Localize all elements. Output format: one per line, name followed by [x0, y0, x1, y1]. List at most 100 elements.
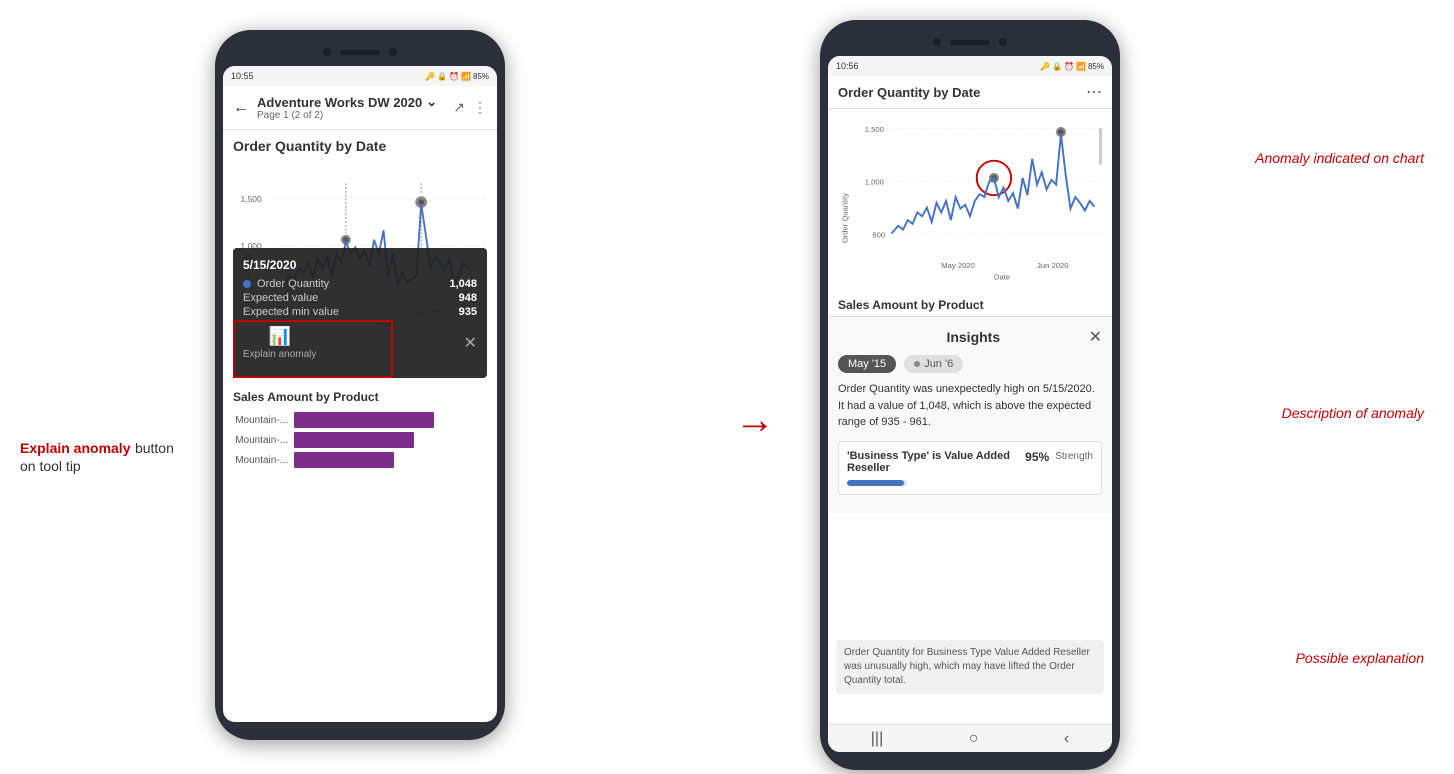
- more-options-icon[interactable]: ⋮: [473, 99, 487, 116]
- right-screen-header: Order Quantity by Date ⋯: [828, 76, 1112, 109]
- report-name: Adventure Works DW 2020 ⌄: [257, 94, 445, 110]
- right-sales-title: Sales Amount by Product: [828, 294, 1112, 316]
- left-sales-section: Sales Amount by Product Mountain-... Mou…: [223, 382, 497, 476]
- expected-label: Expected value: [243, 292, 318, 304]
- svg-text:Jun 2020: Jun 2020: [1037, 261, 1068, 270]
- strength-container: 95% Strength: [1025, 450, 1093, 464]
- insights-footer-text: Order Quantity for Business Type Value A…: [836, 640, 1104, 694]
- dropdown-icon[interactable]: ⌄: [426, 94, 437, 110]
- chip-may15[interactable]: May '15: [838, 355, 896, 373]
- right-annotations: Anomaly indicated on chart Description o…: [1214, 0, 1434, 774]
- left-screen-content: ← Adventure Works DW 2020 ⌄ Page 1 (2 of…: [223, 86, 497, 722]
- nav-home-icon[interactable]: ○: [969, 730, 979, 748]
- explain-anomaly-bold: Explain anomaly: [20, 440, 130, 456]
- bottom-nav: ||| ○ ‹: [828, 724, 1112, 752]
- page-subtitle: Page 1 (2 of 2): [257, 110, 445, 121]
- header-title-block: Adventure Works DW 2020 ⌄ Page 1 (2 of 2…: [257, 94, 445, 121]
- back-arrow-icon[interactable]: ←: [233, 99, 249, 117]
- insights-close-button[interactable]: ✕: [1089, 327, 1102, 347]
- tooltip-close-button[interactable]: ✕: [464, 333, 477, 353]
- anomaly-description-text: Order Quantity was unexpectedly high on …: [838, 381, 1102, 431]
- right-chart-area: 1,500 1,000 500 Order Quantity: [836, 109, 1104, 294]
- tooltip-row-order-qty: Order Quantity 1,048: [243, 278, 477, 290]
- right-report-title: Order Quantity by Date: [838, 85, 980, 100]
- bar-fill-2: [294, 432, 414, 448]
- left-status-icons: 🔑 🔒 ⏰ 📶 85%: [425, 72, 489, 81]
- speaker: [340, 50, 380, 55]
- svg-text:500: 500: [872, 230, 885, 239]
- svg-text:1,500: 1,500: [865, 125, 884, 134]
- right-status-icons: 🔑 🔒 ⏰ 📶 85%: [1040, 62, 1104, 71]
- chart-scrollbar[interactable]: [1099, 128, 1102, 165]
- svg-text:Order Quantity: Order Quantity: [840, 193, 849, 243]
- bar-label-2: Mountain-...: [233, 435, 288, 446]
- svg-text:May 2020: May 2020: [941, 261, 975, 270]
- insight-result-label: 'Business Type' is Value Added Reseller: [847, 450, 1025, 474]
- bar-row-3: Mountain-...: [233, 452, 487, 468]
- left-status-bar: 10:55 🔑 🔒 ⏰ 📶 85%: [223, 66, 497, 86]
- red-arrow-icon: →: [735, 400, 775, 440]
- left-phone-top-bar: [223, 42, 497, 62]
- right-time: 10:56: [836, 61, 859, 71]
- header-action-icons: ↗ ⋮: [453, 99, 487, 116]
- right-phone-top-bar: [828, 32, 1112, 52]
- red-highlight-box: [233, 320, 393, 378]
- chip-dot: [914, 361, 920, 367]
- left-phone-screen: 10:55 🔑 🔒 ⏰ 📶 85% ← Adventure Works DW 2…: [223, 66, 497, 722]
- bar-label-3: Mountain-...: [233, 455, 288, 466]
- strength-bar-bg: [847, 480, 907, 486]
- insights-header: Insights ✕: [838, 327, 1102, 347]
- right-phone-shell: 10:56 🔑 🔒 ⏰ 📶 85% Order Quantity by Date…: [820, 20, 1120, 770]
- right-chart-svg: 1,500 1,000 500 Order Quantity: [836, 109, 1104, 289]
- chip-jun6[interactable]: Jun '6: [904, 355, 963, 373]
- left-sales-title: Sales Amount by Product: [233, 386, 487, 408]
- svg-text:1,000: 1,000: [865, 178, 884, 187]
- left-time: 10:55: [231, 71, 254, 81]
- strength-bar-fill: [847, 480, 904, 486]
- expected-min-value: 935: [459, 306, 477, 318]
- tooltip-date: 5/15/2020: [243, 258, 477, 272]
- anomaly-chart-annotation: Anomaly indicated on chart: [1255, 150, 1424, 166]
- tooltip-row-expected: Expected value 948: [243, 292, 477, 304]
- report-title-row: Order Quantity by Date ⋯: [838, 82, 1102, 102]
- svg-text:Date: Date: [994, 272, 1010, 281]
- right-camera-dot: [933, 38, 941, 46]
- sensor-dot: [389, 48, 397, 56]
- nav-menu-icon[interactable]: |||: [871, 730, 883, 748]
- left-phone-shell: 10:55 🔑 🔒 ⏰ 📶 85% ← Adventure Works DW 2…: [215, 30, 505, 740]
- right-phone: 10:56 🔑 🔒 ⏰ 📶 85% Order Quantity by Date…: [820, 20, 1120, 770]
- left-annotation: Explain anomaly buttonon tool tip: [20, 440, 220, 476]
- arrow-indicator: →: [735, 400, 775, 440]
- blue-dot: [243, 280, 251, 288]
- right-speaker: [950, 40, 990, 45]
- tooltip-row-min: Expected min value 935: [243, 306, 477, 318]
- left-screen-header: ← Adventure Works DW 2020 ⌄ Page 1 (2 of…: [223, 86, 497, 130]
- nav-back-icon[interactable]: ‹: [1064, 730, 1069, 748]
- bar-fill-1: [294, 412, 434, 428]
- insights-title: Insights: [858, 329, 1089, 345]
- order-qty-value: 1,048: [449, 278, 477, 290]
- left-phone: 10:55 🔑 🔒 ⏰ 📶 85% ← Adventure Works DW 2…: [215, 30, 505, 740]
- bar-row-2: Mountain-...: [233, 432, 487, 448]
- camera-dot: [323, 48, 331, 56]
- bar-label-1: Mountain-...: [233, 415, 288, 426]
- description-annotation: Description of anomaly: [1282, 405, 1424, 421]
- insight-result-card: 'Business Type' is Value Added Reseller …: [838, 441, 1102, 495]
- right-status-bar: 10:56 🔑 🔒 ⏰ 📶 85%: [828, 56, 1112, 76]
- insights-panel: Insights ✕ May '15 Jun '6 Order Quantity…: [828, 316, 1112, 513]
- right-screen-content: Order Quantity by Date ⋯ 1,500 1,000 500…: [828, 76, 1112, 724]
- right-more-options-icon[interactable]: ⋯: [1086, 82, 1102, 102]
- left-chart-title: Order Quantity by Date: [223, 130, 497, 158]
- order-qty-label: Order Quantity: [243, 278, 329, 290]
- bar-fill-3: [294, 452, 394, 468]
- expected-min-label: Expected min value: [243, 306, 339, 318]
- bar-row-1: Mountain-...: [233, 412, 487, 428]
- strength-label: Strength: [1055, 451, 1093, 462]
- expand-icon[interactable]: ↗: [453, 99, 465, 116]
- svg-text:1,500: 1,500: [241, 194, 262, 204]
- right-phone-screen: 10:56 🔑 🔒 ⏰ 📶 85% Order Quantity by Date…: [828, 56, 1112, 752]
- insight-result-row: 'Business Type' is Value Added Reseller …: [847, 450, 1093, 474]
- possible-explanation-annotation: Possible explanation: [1296, 650, 1424, 666]
- date-chips: May '15 Jun '6: [838, 355, 1102, 373]
- strength-pct: 95%: [1025, 450, 1049, 464]
